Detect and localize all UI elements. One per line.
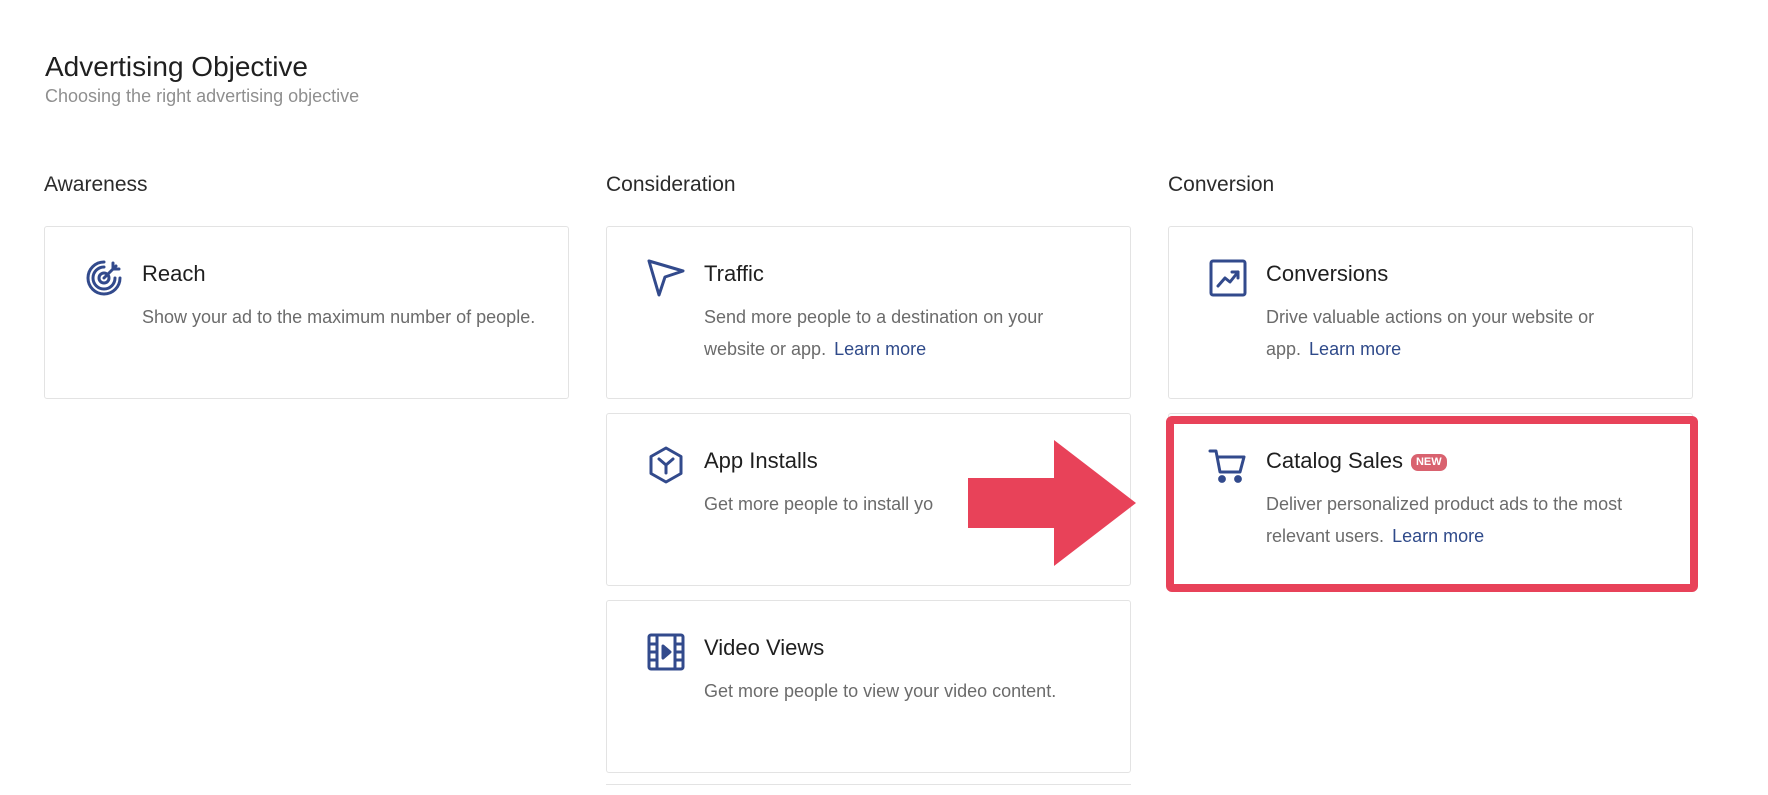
card-title: Traffic bbox=[704, 261, 764, 286]
video-film-icon bbox=[645, 631, 687, 673]
shopping-cart-icon bbox=[1207, 444, 1249, 486]
app-hexagon-icon bbox=[645, 444, 687, 486]
card-description-text: Get more people to view your video conte… bbox=[704, 681, 1057, 701]
column-conversion: Conversion Conversions Drive valuable ac… bbox=[1168, 170, 1693, 600]
objective-card-video-views[interactable]: Video Views Get more people to view your… bbox=[606, 600, 1131, 773]
column-heading-consideration: Consideration bbox=[606, 173, 736, 196]
learn-more-link[interactable]: Learn more bbox=[1392, 526, 1484, 546]
card-title: Video Views bbox=[704, 635, 825, 660]
column-awareness: Awareness Reach Show your ad to the maxi… bbox=[44, 170, 569, 413]
page-title: Advertising Objective bbox=[45, 51, 309, 82]
new-badge: NEW bbox=[1410, 454, 1447, 471]
cursor-arrow-icon bbox=[645, 257, 687, 299]
pointer-arrow-icon bbox=[968, 440, 1136, 566]
page-subtitle: Choosing the right advertising objective bbox=[45, 86, 360, 106]
card-title: Catalog Sales NEW bbox=[1266, 447, 1447, 475]
card-description: Show your ad to the maximum number of pe… bbox=[142, 301, 542, 333]
objective-card-reach[interactable]: Reach Show your ad to the maximum number… bbox=[44, 226, 569, 399]
column-heading-awareness: Awareness bbox=[44, 173, 148, 196]
objective-card-catalog-sales[interactable]: Catalog Sales NEW Deliver personalized pr… bbox=[1168, 413, 1693, 586]
objective-card-conversions[interactable]: Conversions Drive valuable actions on yo… bbox=[1168, 226, 1693, 399]
card-title-text: Catalog Sales bbox=[1266, 448, 1403, 473]
target-icon bbox=[83, 257, 125, 299]
objective-card-traffic[interactable]: Traffic Send more people to a destinatio… bbox=[606, 226, 1131, 399]
card-description: Deliver personalized product ads to the … bbox=[1266, 488, 1666, 552]
card-description: Drive valuable actions on your website o… bbox=[1266, 301, 1666, 365]
learn-more-link[interactable]: Learn more bbox=[834, 339, 926, 359]
card-title: App Installs bbox=[704, 448, 818, 473]
card-description: Get more people to view your video conte… bbox=[704, 675, 1104, 707]
card-title: Reach bbox=[142, 261, 206, 286]
learn-more-link[interactable]: Learn more bbox=[1309, 339, 1401, 359]
card-description: Send more people to a destination on you… bbox=[704, 301, 1104, 365]
card-title: Conversions bbox=[1266, 261, 1389, 286]
card-description-text: Get more people to install yo bbox=[704, 494, 934, 514]
column-heading-conversion: Conversion bbox=[1168, 173, 1275, 196]
trend-chart-icon bbox=[1207, 257, 1249, 299]
page-header: Advertising Objective Choosing the right… bbox=[45, 50, 359, 108]
card-description-text: Show your ad to the maximum number of pe… bbox=[142, 307, 536, 327]
